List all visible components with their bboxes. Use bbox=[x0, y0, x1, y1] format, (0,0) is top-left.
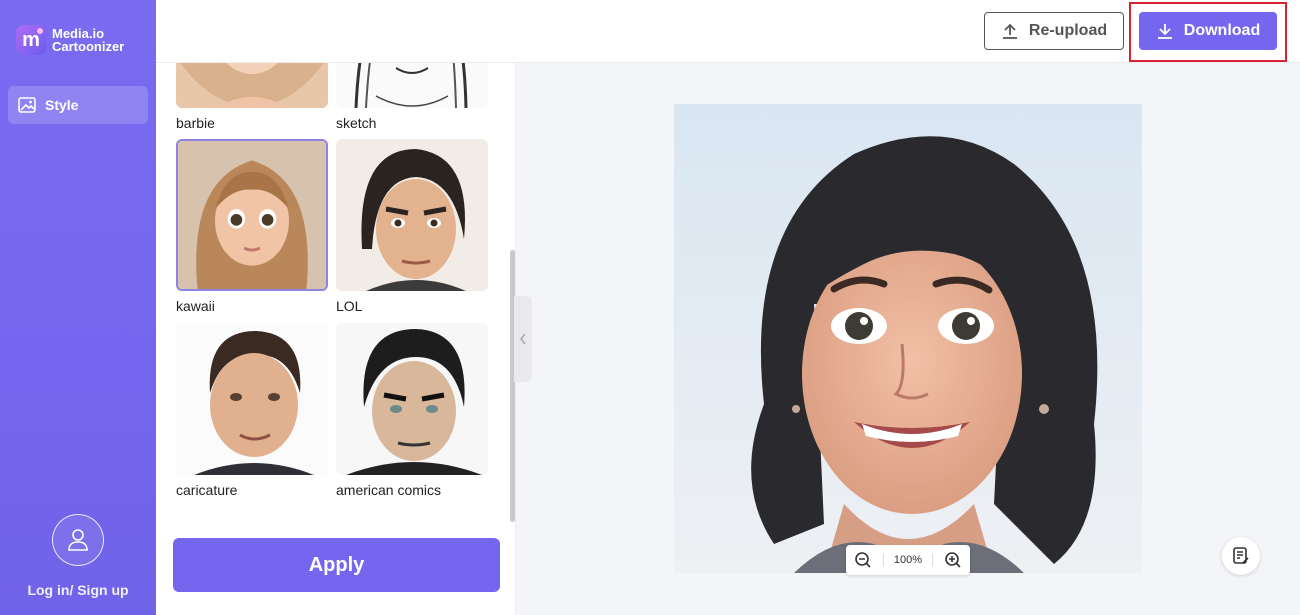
zoom-out-button[interactable] bbox=[852, 549, 874, 571]
kawaii-thumbnail-image bbox=[178, 141, 326, 289]
style-label-lol: LOL bbox=[336, 298, 363, 314]
download-icon bbox=[1157, 24, 1172, 39]
user-avatar-icon bbox=[52, 514, 104, 566]
note-edit-icon bbox=[1233, 547, 1249, 564]
style-thumb-lol[interactable] bbox=[336, 139, 488, 291]
style-panel-scrollbar[interactable] bbox=[510, 250, 515, 522]
style-thumb-caricature[interactable] bbox=[176, 323, 328, 475]
brand-name-line2: Cartoonizer bbox=[52, 39, 125, 54]
sidebar-item-label: Style bbox=[45, 97, 79, 113]
media-io-logo-icon: m bbox=[16, 25, 46, 55]
zoom-out-icon bbox=[855, 552, 871, 568]
zoom-level: 100% bbox=[882, 554, 934, 566]
style-label-american-comics: american comics bbox=[336, 482, 442, 498]
style-thumb-kawaii[interactable] bbox=[176, 139, 328, 291]
reupload-button[interactable]: Re-upload bbox=[984, 12, 1124, 50]
image-icon bbox=[18, 97, 36, 113]
american-comics-thumbnail-image bbox=[336, 323, 488, 475]
reupload-label: Re-upload bbox=[1028, 22, 1108, 39]
upload-icon bbox=[1002, 23, 1017, 39]
style-panel: barbie sketch kawaii LOL caricature amer… bbox=[156, 0, 516, 615]
zoom-in-icon bbox=[945, 552, 961, 568]
download-label: Download bbox=[1183, 22, 1261, 39]
style-thumb-american-comics[interactable] bbox=[336, 323, 488, 475]
style-label-kawaii: kawaii bbox=[176, 298, 215, 314]
caricature-thumbnail-image bbox=[176, 323, 328, 475]
cartoon-preview-image bbox=[674, 104, 1142, 573]
style-label-sketch: sketch bbox=[336, 115, 377, 131]
sidebar-item-style[interactable]: Style bbox=[8, 86, 148, 124]
chevron-left-icon bbox=[519, 333, 526, 345]
login-signup[interactable]: Log in/ Sign up bbox=[0, 514, 156, 598]
login-label: Log in/ Sign up bbox=[27, 582, 129, 598]
download-button[interactable]: Download bbox=[1139, 12, 1277, 50]
lol-thumbnail-image bbox=[336, 139, 488, 291]
brand[interactable]: m Media.io Cartoonizer bbox=[16, 25, 124, 55]
style-label-caricature: caricature bbox=[176, 482, 238, 498]
collapse-panel-handle[interactable] bbox=[514, 296, 532, 382]
zoom-bar: 100% bbox=[846, 545, 970, 575]
zoom-in-button[interactable] bbox=[942, 549, 964, 571]
apply-button[interactable]: Apply bbox=[173, 538, 500, 592]
feedback-button[interactable] bbox=[1222, 537, 1260, 575]
style-label-barbie: barbie bbox=[176, 115, 215, 131]
sidebar: m Media.io Cartoonizer Style Log in/ Sig… bbox=[0, 0, 156, 615]
